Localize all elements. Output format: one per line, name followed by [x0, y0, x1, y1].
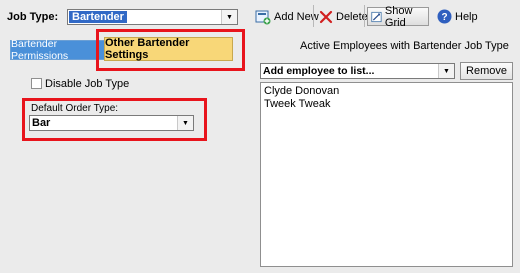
- job-type-label: Job Type:: [7, 11, 59, 23]
- employee-list[interactable]: Clyde Donovan Tweek Tweak: [260, 82, 513, 267]
- job-type-value: Bartender: [69, 11, 127, 23]
- help-button[interactable]: ? Help: [437, 7, 478, 26]
- remove-button[interactable]: Remove: [460, 62, 513, 80]
- default-order-type-value: Bar: [32, 117, 51, 129]
- help-icon: ?: [437, 9, 452, 24]
- chevron-down-icon[interactable]: ▼: [438, 64, 454, 78]
- chevron-down-icon[interactable]: ▼: [177, 116, 193, 130]
- list-item[interactable]: Clyde Donovan: [264, 85, 509, 98]
- add-employee-placeholder: Add employee to list...: [263, 65, 375, 77]
- list-item[interactable]: Tweek Tweak: [264, 98, 509, 111]
- show-grid-label: Show Grid: [384, 4, 413, 29]
- disable-job-type-label: Disable Job Type: [45, 78, 130, 90]
- disable-job-type-checkbox[interactable]: [31, 78, 42, 89]
- add-new-button[interactable]: Add New: [255, 7, 319, 26]
- delete-button[interactable]: Delete: [319, 7, 368, 26]
- add-employee-select[interactable]: Add employee to list... ▼: [260, 63, 455, 79]
- toolbar-divider: [364, 5, 365, 27]
- default-order-type-label: Default Order Type:: [31, 103, 119, 114]
- tab-label: Bartender Permissions: [11, 38, 69, 62]
- employees-title: Active Employees with Bartender Job Type: [300, 40, 509, 52]
- toolbar-divider: [313, 5, 314, 27]
- default-order-type-select[interactable]: Bar ▼: [29, 115, 194, 131]
- remove-label: Remove: [466, 65, 507, 77]
- help-label: Help: [455, 10, 478, 23]
- add-new-icon: [255, 10, 271, 24]
- delete-icon: [319, 10, 333, 23]
- tab-bartender-permissions[interactable]: Bartender Permissions: [10, 38, 105, 62]
- chevron-down-icon[interactable]: ▼: [221, 10, 237, 24]
- show-grid-icon: [371, 11, 382, 22]
- svg-text:?: ?: [441, 12, 447, 23]
- job-type-select[interactable]: Bartender ▼: [67, 9, 238, 25]
- add-new-label: Add New: [274, 10, 319, 23]
- show-grid-button[interactable]: Show Grid: [367, 4, 429, 29]
- highlight-box-tab: [96, 29, 245, 71]
